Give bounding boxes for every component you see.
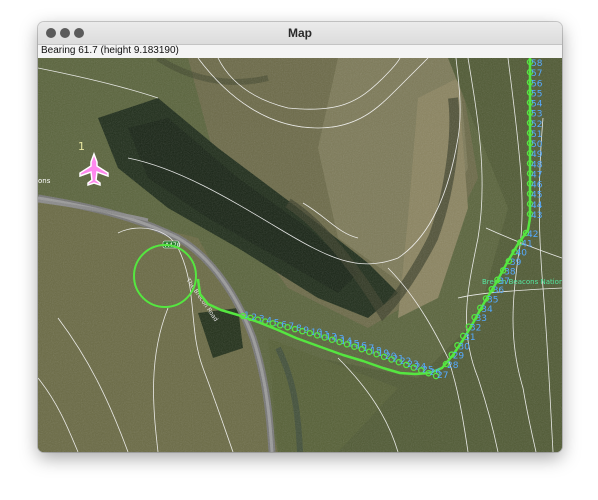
aircraft-label: 1 xyxy=(78,140,85,153)
waypoint-label: 55 xyxy=(531,89,542,99)
bearing-status: Bearing 61.7 (height 9.183190) xyxy=(41,45,179,56)
waypoint-label: 38 xyxy=(504,267,516,277)
waypoint-label: 36 xyxy=(493,286,505,296)
waypoint-label: 48 xyxy=(531,160,543,170)
waypoint-label: 49 xyxy=(531,150,543,160)
waypoint-label: 45 xyxy=(531,191,542,201)
title-bar: Map xyxy=(38,22,562,45)
waypoint-label: 57 xyxy=(531,69,542,79)
left-edge-label: ons xyxy=(38,177,51,185)
waypoint-label: 47 xyxy=(531,170,542,180)
waypoint-label: 44 xyxy=(531,201,543,211)
waypoint-label: 39 xyxy=(510,258,522,268)
waypoint-label: 51 xyxy=(531,130,542,140)
waypoint-label: 41 xyxy=(521,239,532,249)
map-window: Map Bearing 61.7 (height 9.183190) A470 … xyxy=(38,22,562,452)
waypoint-label: 46 xyxy=(531,181,543,191)
satellite-map[interactable]: A470 The Brecon Road Brecon Beacons Nati… xyxy=(38,58,562,452)
waypoint-label: 32 xyxy=(470,324,481,334)
waypoint-label: 42 xyxy=(527,230,538,240)
waypoint-label: 50 xyxy=(531,140,543,150)
waypoint-label: 56 xyxy=(531,79,543,89)
waypoint-label: 29 xyxy=(453,352,465,362)
waypoint-label: 28 xyxy=(447,361,459,371)
waypoint-label: 43 xyxy=(531,211,542,221)
waypoint-label: 31 xyxy=(464,333,475,343)
waypoint-label: 34 xyxy=(481,305,493,315)
waypoint-label: 35 xyxy=(487,296,498,306)
waypoint-label: 53 xyxy=(531,110,542,120)
window-title: Map xyxy=(288,26,312,40)
map-view[interactable]: A470 The Brecon Road Brecon Beacons Nati… xyxy=(38,58,562,452)
waypoint-label: 33 xyxy=(476,314,487,324)
waypoint-label: 52 xyxy=(531,120,542,130)
waypoint-label: 30 xyxy=(458,342,470,352)
waypoint-label: 58 xyxy=(531,59,543,69)
waypoint-label: 27 xyxy=(437,371,448,381)
waypoint-label: 37 xyxy=(498,277,509,287)
status-bar: Bearing 61.7 (height 9.183190) xyxy=(38,45,562,59)
waypoint-label: 54 xyxy=(531,100,543,110)
waypoint-label: 40 xyxy=(516,249,528,259)
